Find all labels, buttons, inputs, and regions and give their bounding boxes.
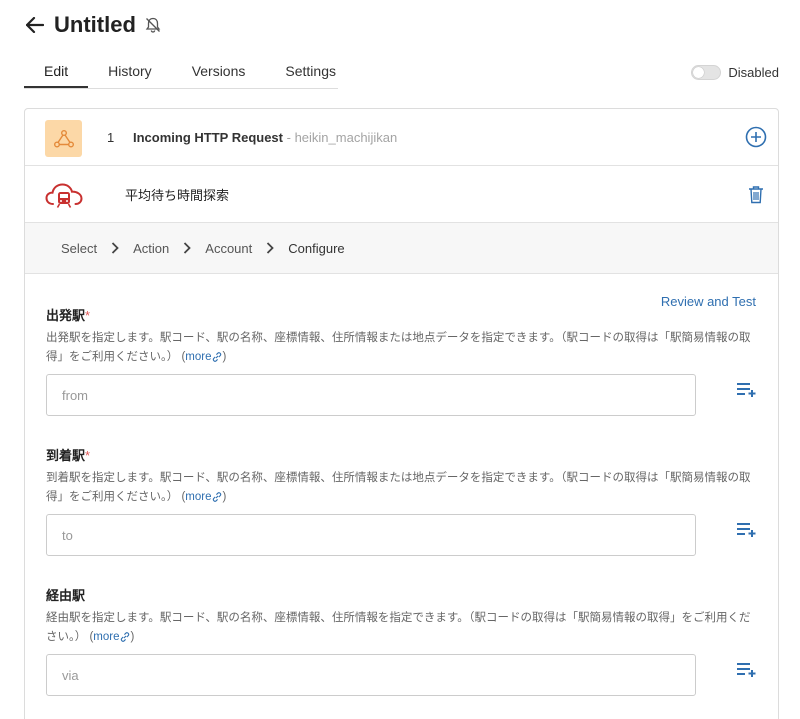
action-title: 平均待ち時間探索 <box>125 187 230 203</box>
more-link-label: more <box>185 351 212 363</box>
tab-edit[interactable]: Edit <box>24 58 89 88</box>
step-title-text: Incoming HTTP Request <box>133 129 283 145</box>
enable-toggle-group: Disabled <box>691 65 779 80</box>
breadcrumb: Select Action Account Configure <box>25 223 778 274</box>
chevron-right-icon <box>183 242 192 254</box>
step-subtitle: - heikin_machijikan <box>286 129 398 145</box>
page-header: Untitled <box>24 10 164 40</box>
bell-off-icon[interactable] <box>144 15 164 35</box>
breadcrumb-account[interactable]: Account <box>205 241 252 256</box>
playlist-add-icon[interactable] <box>736 382 758 398</box>
field-label-text: 到着駅 <box>46 448 86 463</box>
action-step-row[interactable]: 平均待ち時間探索 <box>25 166 778 223</box>
train-cloud-logo-icon <box>45 180 83 210</box>
required-marker: * <box>85 308 91 323</box>
more-link[interactable]: more <box>185 491 222 503</box>
more-link[interactable]: more <box>93 631 130 643</box>
field-label: 経由駅 <box>46 585 758 604</box>
link-icon <box>121 632 130 642</box>
link-icon <box>213 352 222 362</box>
field-description-text: 到着駅を指定します。駅コード、駅の名称、座標情報、住所情報または地点データを指定… <box>46 472 751 503</box>
field-label-text: 経由駅 <box>46 588 86 603</box>
field-label-text: 出発駅 <box>46 308 86 323</box>
more-link[interactable]: more <box>185 351 222 363</box>
tab-bar: Edit History Versions Settings <box>24 58 338 89</box>
field-via: 経由駅 経由駅を指定します。駅コード、駅の名称、座標情報、住所情報を指定できます… <box>46 585 758 696</box>
step-panel: 1 Incoming HTTP Request - heikin_machiji… <box>24 108 779 719</box>
chevron-right-icon <box>266 242 275 254</box>
step-title: Incoming HTTP Request - heikin_machijika… <box>133 130 397 145</box>
playlist-add-icon[interactable] <box>736 662 758 678</box>
breadcrumb-configure[interactable]: Configure <box>288 241 344 256</box>
field-label: 出発駅* <box>46 305 758 324</box>
toggle-knob <box>693 67 705 78</box>
field-description: 経由駅を指定します。駅コード、駅の名称、座標情報、住所情報を指定できます。（駅コ… <box>46 612 751 643</box>
field-description: 出発駅を指定します。駅コード、駅の名称、座標情報、住所情報または地点データを指定… <box>46 332 751 363</box>
more-link-label: more <box>185 491 212 503</box>
departure-input[interactable] <box>46 374 696 416</box>
breadcrumb-select[interactable]: Select <box>61 241 97 256</box>
more-link-label: more <box>93 631 120 643</box>
field-description: 到着駅を指定します。駅コード、駅の名称、座標情報、住所情報または地点データを指定… <box>46 472 751 503</box>
field-departure: 出発駅* 出発駅を指定します。駅コード、駅の名称、座標情報、住所情報または地点デ… <box>46 305 758 416</box>
tab-settings[interactable]: Settings <box>265 58 356 88</box>
via-input[interactable] <box>46 654 696 696</box>
tab-versions[interactable]: Versions <box>172 58 266 88</box>
trigger-step-row[interactable]: 1 Incoming HTTP Request - heikin_machiji… <box>25 109 778 166</box>
add-step-icon[interactable] <box>745 126 767 148</box>
step-number: 1 <box>107 129 115 145</box>
toggle-label: Disabled <box>728 65 779 80</box>
playlist-add-icon[interactable] <box>736 522 758 538</box>
field-label: 到着駅* <box>46 445 758 464</box>
enable-toggle[interactable] <box>691 65 722 80</box>
required-marker: * <box>85 448 91 463</box>
chevron-right-icon <box>111 242 119 254</box>
trash-icon[interactable] <box>748 185 764 204</box>
field-description-text: 出発駅を指定します。駅コード、駅の名称、座標情報、住所情報または地点データを指定… <box>46 332 751 363</box>
field-description-text: 経由駅を指定します。駅コード、駅の名称、座標情報、住所情報を指定できます。（駅コ… <box>46 612 751 643</box>
link-icon <box>213 492 222 502</box>
webhook-icon <box>45 120 82 157</box>
breadcrumb-action[interactable]: Action <box>133 241 169 256</box>
tab-history[interactable]: History <box>88 58 172 88</box>
back-arrow-icon[interactable] <box>24 14 46 36</box>
field-arrival: 到着駅* 到着駅を指定します。駅コード、駅の名称、座標情報、住所情報または地点デ… <box>46 445 758 556</box>
arrival-input[interactable] <box>46 514 696 556</box>
page-title[interactable]: Untitled <box>54 12 136 38</box>
